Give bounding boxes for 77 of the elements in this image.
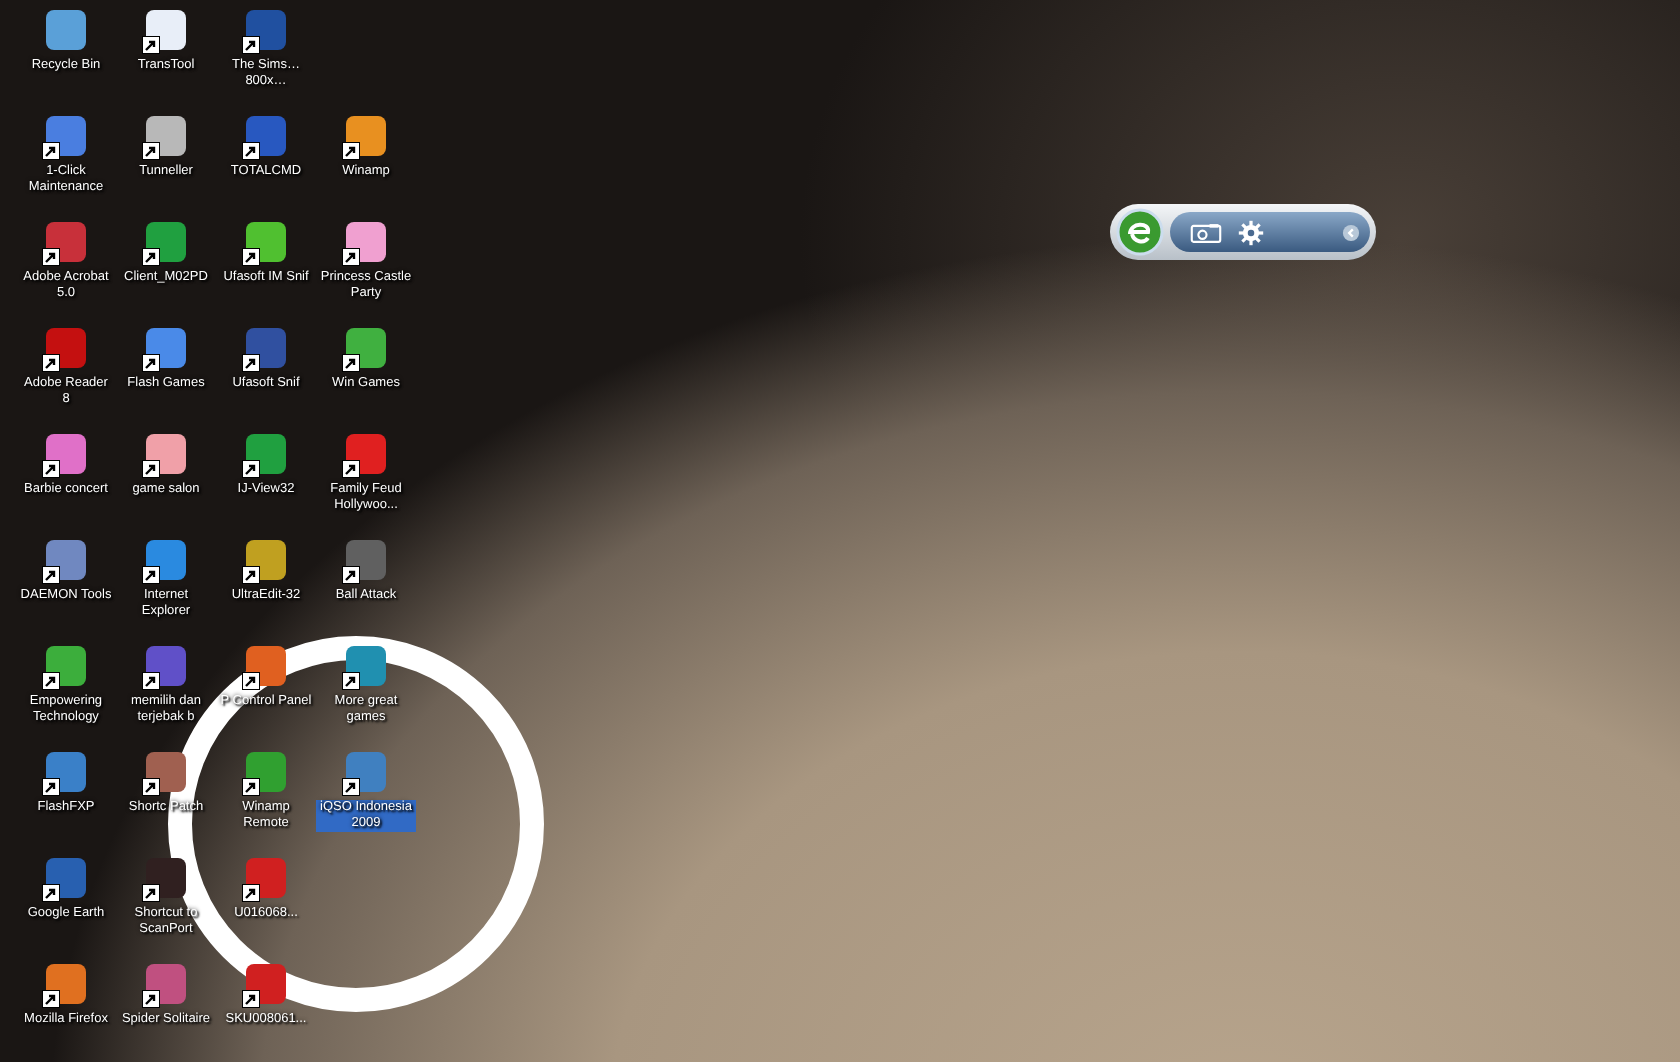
app-icon[interactable]	[246, 964, 286, 1004]
app-icon[interactable]	[346, 434, 386, 474]
app-icon[interactable]	[146, 858, 186, 898]
app-icon[interactable]	[146, 752, 186, 792]
shortcut-arrow-icon	[142, 354, 160, 372]
shortcut-arrow-icon	[142, 778, 160, 796]
shortcut-arrow-icon	[42, 990, 60, 1008]
shortcut-arrow-icon	[242, 884, 260, 902]
app-icon[interactable]	[146, 222, 186, 262]
app-icon[interactable]	[46, 752, 86, 792]
app-icon[interactable]	[46, 964, 86, 1004]
app-icon[interactable]	[346, 646, 386, 686]
app-icon[interactable]	[146, 10, 186, 50]
app-icon[interactable]	[246, 752, 286, 792]
shortcut-arrow-icon	[342, 566, 360, 584]
app-icon[interactable]	[46, 646, 86, 686]
shortcut-arrow-icon	[342, 248, 360, 266]
app-icon[interactable]	[46, 858, 86, 898]
shortcut-arrow-icon	[242, 566, 260, 584]
shortcut-arrow-icon	[42, 248, 60, 266]
shortcut-arrow-icon	[142, 142, 160, 160]
app-icon[interactable]	[346, 328, 386, 368]
app-icon[interactable]	[246, 646, 286, 686]
shortcut-arrow-icon	[42, 354, 60, 372]
app-icon[interactable]	[146, 964, 186, 1004]
shortcut-arrow-icon	[142, 884, 160, 902]
shortcut-arrow-icon	[242, 354, 260, 372]
shortcut-arrow-icon	[142, 460, 160, 478]
app-icon[interactable]	[46, 10, 86, 50]
shortcut-arrow-icon	[142, 248, 160, 266]
shortcut-arrow-icon	[142, 36, 160, 54]
shortcut-arrow-icon	[42, 672, 60, 690]
shortcut-arrow-icon	[242, 460, 260, 478]
app-icon[interactable]	[346, 222, 386, 262]
app-icon[interactable]	[46, 540, 86, 580]
e-logo-icon[interactable]	[1116, 208, 1164, 256]
app-icon[interactable]	[246, 222, 286, 262]
app-icon[interactable]	[46, 222, 86, 262]
app-icon[interactable]	[346, 540, 386, 580]
app-icon[interactable]	[246, 540, 286, 580]
shortcut-arrow-icon	[342, 778, 360, 796]
app-icon[interactable]	[246, 434, 286, 474]
app-icon[interactable]	[146, 540, 186, 580]
shortcut-arrow-icon	[342, 460, 360, 478]
app-icon[interactable]	[46, 328, 86, 368]
app-icon[interactable]	[246, 328, 286, 368]
app-icon[interactable]	[346, 116, 386, 156]
app-icon[interactable]	[246, 858, 286, 898]
shortcut-arrow-icon	[342, 672, 360, 690]
shortcut-arrow-icon	[242, 36, 260, 54]
collapse-icon[interactable]	[1342, 223, 1360, 241]
shortcut-arrow-icon	[142, 990, 160, 1008]
app-icon[interactable]	[146, 328, 186, 368]
shortcut-arrow-icon	[242, 672, 260, 690]
shortcut-arrow-icon	[242, 142, 260, 160]
shortcut-arrow-icon	[142, 672, 160, 690]
shortcut-arrow-icon	[242, 990, 260, 1008]
app-icon[interactable]	[346, 752, 386, 792]
shortcut-arrow-icon	[342, 142, 360, 160]
settings-icon[interactable]	[1238, 219, 1264, 245]
app-icon[interactable]	[146, 434, 186, 474]
app-icon[interactable]	[146, 116, 186, 156]
shortcut-arrow-icon	[342, 354, 360, 372]
shortcut-arrow-icon	[42, 778, 60, 796]
shortcut-arrow-icon	[42, 884, 60, 902]
app-icon[interactable]	[146, 646, 186, 686]
app-icon[interactable]	[46, 116, 86, 156]
shortcut-arrow-icon	[42, 460, 60, 478]
shortcut-arrow-icon	[42, 142, 60, 160]
shortcut-arrow-icon	[242, 778, 260, 796]
shortcut-arrow-icon	[242, 248, 260, 266]
app-icon[interactable]	[246, 10, 286, 50]
shortcut-arrow-icon	[142, 566, 160, 584]
app-icon[interactable]	[46, 434, 86, 474]
camera-icon[interactable]	[1190, 221, 1222, 243]
shortcut-arrow-icon	[42, 566, 60, 584]
app-icon[interactable]	[246, 116, 286, 156]
